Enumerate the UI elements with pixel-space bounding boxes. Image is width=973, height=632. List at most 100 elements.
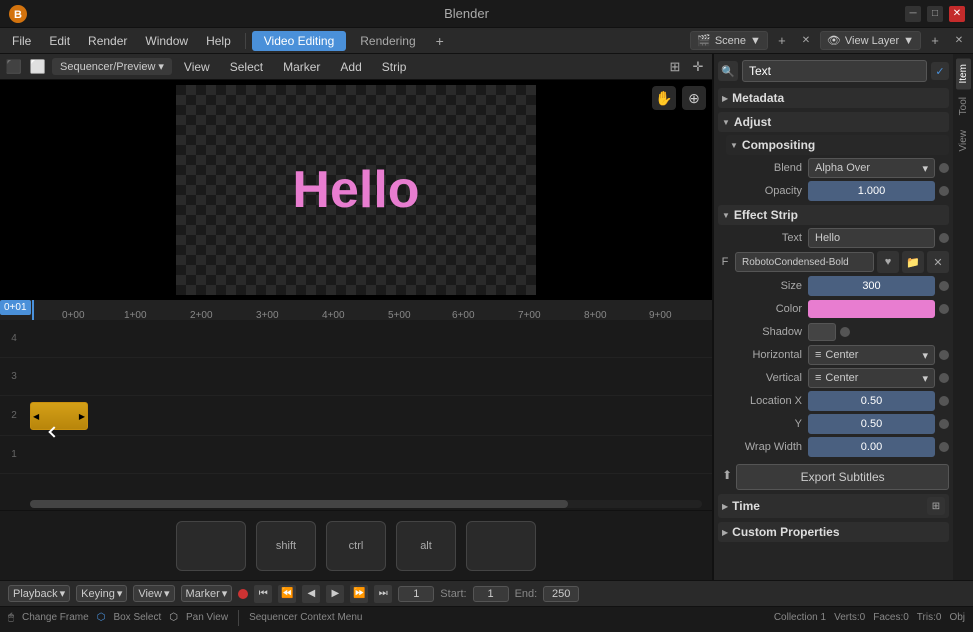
keying-dropdown[interactable]: Keying ▾ [76, 585, 127, 602]
lmb-icon: ⬡ [97, 612, 106, 623]
status-bar: 🖱 Change Frame ⬡ Box Select ⬡ Pan View S… [0, 606, 973, 628]
export-subtitles-button[interactable]: Export Subtitles [736, 464, 949, 490]
menu-render[interactable]: Render [80, 32, 135, 50]
marker-dropdown[interactable]: Marker ▾ [181, 585, 233, 602]
font-heart-button[interactable]: ♥ [877, 251, 899, 273]
step-back-button[interactable]: ⏪ [278, 585, 296, 603]
adjust-label: Adjust [734, 115, 771, 129]
seq-select-menu[interactable]: Select [222, 58, 271, 76]
horizontal-scrollbar[interactable] [30, 500, 702, 508]
current-frame-input[interactable]: 1 [398, 586, 434, 602]
compositing-label: Compositing [742, 138, 815, 152]
track-lane-2[interactable]: ◀ ▶ [28, 396, 712, 435]
end-frame-input[interactable]: 250 [543, 586, 579, 602]
view-layer-add-button[interactable]: + [925, 31, 945, 51]
vtab-item[interactable]: Item [956, 58, 971, 89]
seq-strip-yellow[interactable]: ◀ ▶ [30, 402, 88, 430]
panel-content: 🔍 ✓ ▶ Metadata ▼ Adjust ▼ [714, 54, 973, 580]
vtab-tool[interactable]: Tool [956, 91, 971, 121]
size-value[interactable]: 300 [808, 276, 935, 296]
zoom-button[interactable]: ⊕ [682, 86, 706, 110]
svg-text:B: B [14, 9, 22, 21]
menu-window[interactable]: Window [137, 32, 196, 50]
minimize-button[interactable]: ─ [905, 6, 921, 22]
view-dropdown[interactable]: View ▾ [133, 585, 174, 602]
text-prop-label: Text [718, 232, 808, 244]
opacity-value[interactable]: 1.000 [808, 181, 935, 201]
track-lane-1[interactable] [28, 436, 712, 473]
track-lane-4[interactable] [28, 320, 712, 357]
shortcut-key-ctrl[interactable]: ctrl [326, 521, 386, 571]
seq-marker-menu[interactable]: Marker [275, 58, 328, 76]
workspace-tab-video-editing[interactable]: Video Editing [252, 31, 347, 51]
location-y-value[interactable]: 0.50 [808, 414, 935, 434]
gizmo-icon[interactable]: ✛ [688, 57, 708, 77]
sequencer-mode-chevron: ▾ [158, 60, 164, 73]
editor-icon-button[interactable]: ⬛ [4, 57, 24, 77]
seq-add-menu[interactable]: Add [332, 58, 369, 76]
shortcut-key-blank1[interactable] [176, 521, 246, 571]
menu-file[interactable]: File [4, 32, 39, 50]
track-lane-3[interactable] [28, 358, 712, 395]
shadow-row: Shadow [718, 322, 949, 342]
time-label: Time [732, 499, 760, 513]
jump-start-button[interactable]: ⏮ [254, 585, 272, 603]
sequencer-preview-button[interactable]: Sequencer/Preview ▾ [52, 58, 172, 75]
wrap-width-value[interactable]: 0.00 [808, 437, 935, 457]
adjust-section-header[interactable]: ▼ Adjust [718, 112, 949, 132]
workspace-tab-rendering[interactable]: Rendering [348, 31, 427, 51]
menu-edit[interactable]: Edit [41, 32, 78, 50]
restore-button[interactable]: □ [927, 6, 943, 22]
add-workspace-button[interactable]: + [430, 30, 450, 52]
shadow-color-swatch[interactable] [808, 323, 836, 341]
strip-name-input[interactable] [742, 60, 927, 82]
metadata-section: ▶ Metadata [718, 88, 949, 108]
scrollbar-thumb[interactable] [30, 500, 568, 508]
compositing-section-header[interactable]: ▼ Compositing [726, 135, 949, 155]
shortcut-key-blank2[interactable] [466, 521, 536, 571]
size-row: Size 300 [718, 276, 949, 296]
scene-add-button[interactable]: + [772, 31, 792, 51]
effect-strip-section-header[interactable]: ▼ Effect Strip [718, 205, 949, 225]
scene-selector[interactable]: 🎬 Scene ▼ [690, 31, 768, 50]
step-forward-button[interactable]: ⏩ [350, 585, 368, 603]
scene-delete-button[interactable]: ✕ [796, 31, 816, 51]
horizontal-label: Horizontal [718, 349, 808, 361]
overlay-icon[interactable]: ⊞ [665, 57, 685, 77]
wrap-width-label: Wrap Width [718, 441, 808, 453]
metadata-section-header[interactable]: ▶ Metadata [718, 88, 949, 108]
pan-cursor-button[interactable]: ✋ [652, 86, 676, 110]
view-layer-delete-button[interactable]: ✕ [949, 31, 969, 51]
color-swatch[interactable] [808, 300, 935, 318]
play-button[interactable]: ▶ [326, 585, 344, 603]
jump-end-button[interactable]: ⏭ [374, 585, 392, 603]
close-button[interactable]: ✕ [949, 6, 965, 22]
view-layer-selector[interactable]: 👁 View Layer ▼ [820, 31, 921, 50]
location-x-value[interactable]: 0.50 [808, 391, 935, 411]
font-folder-button[interactable]: 📁 [902, 251, 924, 273]
record-button[interactable] [238, 589, 248, 599]
shortcut-key-shift[interactable]: shift [256, 521, 316, 571]
play-reverse-button[interactable]: ◀ [302, 585, 320, 603]
custom-props-section-header[interactable]: ▶ Custom Properties [718, 522, 949, 542]
wrap-width-row: Wrap Width 0.00 [718, 437, 949, 457]
font-delete-button[interactable]: ✕ [927, 251, 949, 273]
text-prop-value[interactable]: Hello [808, 228, 935, 248]
time-copy-button[interactable]: ⊞ [927, 497, 945, 515]
font-dropdown[interactable]: RobotoCondensed-Bold [735, 252, 874, 272]
location-x-row: Location X 0.50 [718, 391, 949, 411]
vertical-align-value: Center [825, 372, 858, 384]
blend-dropdown[interactable]: Alpha Over ▾ [808, 158, 935, 178]
vertical-align-dropdown[interactable]: ≡ Center ▾ [808, 368, 935, 388]
editor-toggle-button[interactable]: ⬜ [28, 57, 48, 77]
keying-chevron: ▾ [117, 587, 123, 600]
vtab-view[interactable]: View [956, 124, 971, 158]
playback-dropdown[interactable]: Playback ▾ [8, 585, 70, 602]
time-section-header[interactable]: ▶ Time ⊞ [718, 494, 949, 518]
menu-help[interactable]: Help [198, 32, 239, 50]
start-frame-input[interactable]: 1 [473, 586, 509, 602]
seq-view-menu[interactable]: View [176, 58, 218, 76]
shortcut-key-alt[interactable]: alt [396, 521, 456, 571]
seq-strip-menu[interactable]: Strip [374, 58, 415, 76]
horizontal-align-dropdown[interactable]: ≡ Center ▾ [808, 345, 935, 365]
